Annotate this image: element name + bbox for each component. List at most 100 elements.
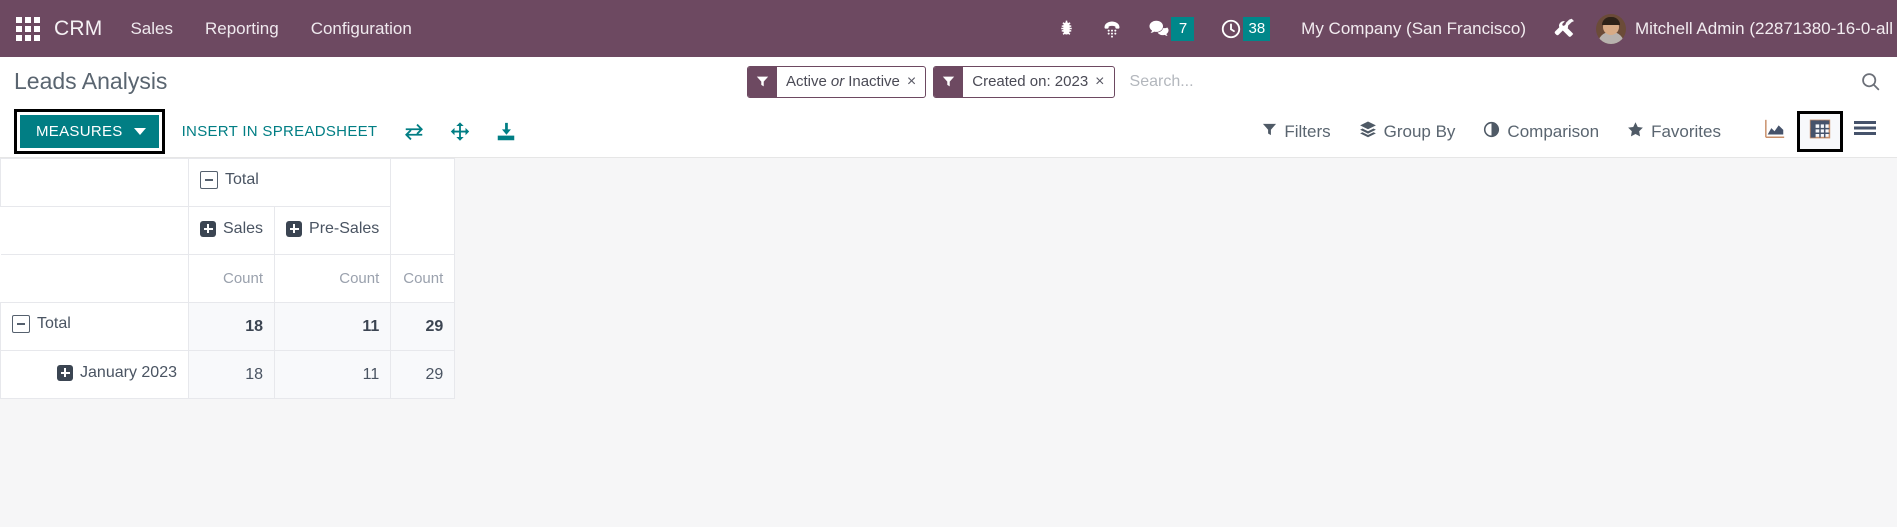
pivot-col-group-total[interactable]: Total bbox=[187, 158, 392, 207]
navbar-menu: Sales Reporting Configuration bbox=[130, 19, 411, 39]
pivot-col-header-sales[interactable]: Sales bbox=[187, 206, 276, 255]
messages-icon[interactable]: 7 bbox=[1135, 0, 1207, 57]
messages-badge: 7 bbox=[1171, 16, 1195, 41]
control-panel: Leads Analysis Active or Inactive × Crea… bbox=[0, 57, 1897, 158]
flip-axis-icon[interactable] bbox=[403, 121, 425, 143]
app-brand-crm[interactable]: CRM bbox=[54, 17, 102, 41]
top-navbar: CRM Sales Reporting Configuration 7 38 M… bbox=[0, 0, 1897, 57]
chevron-down-icon bbox=[133, 128, 146, 135]
pivot-measure-header-sales-count[interactable]: Count bbox=[187, 254, 276, 303]
pivot-col-header-presales-label: Pre-Sales bbox=[309, 219, 380, 237]
layers-icon bbox=[1359, 120, 1377, 143]
pivot-row-header-january-2023-label: January 2023 bbox=[80, 363, 177, 381]
table-row: Total 18 11 29 bbox=[0, 302, 456, 351]
pivot-cell-january-presales[interactable]: 11 bbox=[274, 350, 392, 399]
expand-icon[interactable] bbox=[200, 220, 216, 237]
star-icon bbox=[1627, 121, 1644, 143]
favorites-dropdown[interactable]: Favorites bbox=[1613, 121, 1735, 143]
pivot-cell-total-grandtotal[interactable]: 29 bbox=[390, 302, 456, 351]
pivot-cell-january-grandtotal[interactable]: 29 bbox=[390, 350, 456, 399]
facet-remove-icon[interactable]: × bbox=[1095, 67, 1113, 97]
pivot-col-header-presales[interactable]: Pre-Sales bbox=[274, 206, 392, 255]
user-avatar[interactable] bbox=[1596, 13, 1627, 44]
comparison-label: Comparison bbox=[1507, 121, 1600, 141]
apps-grid-icon[interactable] bbox=[16, 16, 40, 41]
pivot-table: Total Sales Pre-Sales Count Count Count … bbox=[0, 158, 456, 399]
control-panel-right: Filters Group By Comparison Favorites bbox=[1248, 106, 1897, 157]
insert-in-spreadsheet-button[interactable]: INSERT IN SPREADSHEET bbox=[182, 123, 378, 140]
filters-dropdown[interactable]: Filters bbox=[1248, 122, 1344, 142]
activities-clock-icon[interactable]: 38 bbox=[1207, 0, 1283, 57]
user-menu[interactable]: Mitchell Admin (22871380-16-0-all bbox=[1635, 19, 1897, 39]
view-button-list[interactable] bbox=[1843, 113, 1887, 150]
pivot-content-area: Total Sales Pre-Sales Count Count Count … bbox=[0, 158, 1897, 495]
facet-active-or-inactive[interactable]: Active or Inactive × bbox=[747, 65, 927, 98]
pivot-col-header-sales-label: Sales bbox=[223, 219, 264, 237]
pivot-corner-cell-2 bbox=[0, 206, 189, 255]
pivot-measure-header-presales-count[interactable]: Count bbox=[274, 254, 392, 303]
measures-button[interactable]: MEASURES bbox=[20, 115, 159, 148]
company-switcher[interactable]: My Company (San Francisco) bbox=[1283, 19, 1540, 39]
pivot-table-head: Total Sales Pre-Sales Count Count Count bbox=[0, 158, 456, 303]
pivot-header-row-group: Total bbox=[0, 158, 456, 255]
view-switcher bbox=[1753, 111, 1887, 152]
facet-operator: or bbox=[830, 73, 845, 90]
facet-label: Active or Inactive bbox=[777, 67, 907, 97]
search-input-wrapper bbox=[1115, 67, 1852, 97]
dialpad-icon[interactable] bbox=[1089, 0, 1135, 57]
comparison-dropdown[interactable]: Comparison bbox=[1469, 121, 1613, 143]
area-chart-icon bbox=[1763, 118, 1787, 145]
pivot-table-icon bbox=[1807, 117, 1833, 146]
favorites-label: Favorites bbox=[1651, 121, 1721, 141]
view-button-graph[interactable] bbox=[1753, 112, 1797, 151]
pivot-table-body: Total 18 11 29 January 2023 18 11 29 bbox=[0, 302, 456, 399]
expand-icon[interactable] bbox=[57, 364, 74, 381]
pivot-corner-cell-3 bbox=[0, 254, 189, 303]
facet-remove-icon[interactable]: × bbox=[907, 67, 925, 97]
pivot-row-header-total[interactable]: Total bbox=[0, 302, 189, 351]
measures-highlight-box: MEASURES bbox=[14, 109, 165, 154]
pivot-measure-header-total-count[interactable]: Count bbox=[390, 254, 456, 303]
navbar-right-tools: 7 38 My Company (San Francisco) Mitchell… bbox=[1044, 0, 1897, 57]
facet-created-on-2023[interactable]: Created on: 2023 × bbox=[933, 65, 1115, 98]
search-input[interactable] bbox=[1127, 71, 1852, 92]
nav-item-configuration[interactable]: Configuration bbox=[311, 19, 412, 39]
pivot-row-header-total-label: Total bbox=[37, 315, 71, 332]
activities-badge: 38 bbox=[1243, 16, 1271, 41]
group-by-dropdown[interactable]: Group By bbox=[1345, 120, 1470, 143]
group-by-label: Group By bbox=[1383, 121, 1456, 141]
filters-label: Filters bbox=[1284, 121, 1331, 141]
facet-part-0: Active bbox=[786, 73, 827, 90]
page-title: Leads Analysis bbox=[14, 68, 168, 94]
control-panel-bottom: MEASURES INSERT IN SPREADSHEET Filters G… bbox=[0, 106, 1897, 157]
pivot-header-row-subgroups: Sales Pre-Sales bbox=[0, 206, 455, 255]
search-view: Active or Inactive × Created on: 2023 × … bbox=[747, 64, 1897, 100]
tools-icon[interactable] bbox=[1540, 0, 1590, 57]
pivot-corner-cell bbox=[0, 158, 189, 207]
pivot-col-group-total-label: Total bbox=[225, 171, 259, 188]
list-icon bbox=[1853, 119, 1877, 144]
pivot-tools bbox=[403, 121, 517, 143]
facet-label: Created on: 2023 bbox=[963, 67, 1095, 97]
pivot-row-header-january-2023[interactable]: January 2023 bbox=[0, 350, 189, 399]
expand-icon[interactable] bbox=[286, 220, 303, 237]
collapse-icon[interactable] bbox=[12, 315, 30, 333]
search-icon[interactable] bbox=[1852, 71, 1881, 92]
control-panel-top: Leads Analysis Active or Inactive × Crea… bbox=[0, 57, 1897, 106]
pivot-cell-january-sales[interactable]: 18 bbox=[187, 350, 276, 399]
filter-icon bbox=[1262, 122, 1277, 142]
view-button-pivot[interactable] bbox=[1797, 111, 1843, 152]
download-xlsx-icon[interactable] bbox=[495, 121, 517, 143]
measures-button-label: MEASURES bbox=[36, 123, 123, 140]
pivot-cell-total-presales[interactable]: 11 bbox=[274, 302, 392, 351]
facet-part-0: Created on: 2023 bbox=[972, 73, 1089, 90]
nav-item-reporting[interactable]: Reporting bbox=[205, 19, 279, 39]
pivot-cell-total-sales[interactable]: 18 bbox=[187, 302, 276, 351]
nav-item-sales[interactable]: Sales bbox=[130, 19, 173, 39]
pivot-header-row-measures: Count Count Count bbox=[0, 254, 456, 303]
filter-icon bbox=[934, 66, 964, 97]
bug-icon[interactable] bbox=[1044, 0, 1089, 57]
collapse-icon[interactable] bbox=[200, 171, 218, 189]
expand-all-icon[interactable] bbox=[449, 121, 471, 143]
search-facets: Active or Inactive × Created on: 2023 × bbox=[747, 65, 1115, 98]
